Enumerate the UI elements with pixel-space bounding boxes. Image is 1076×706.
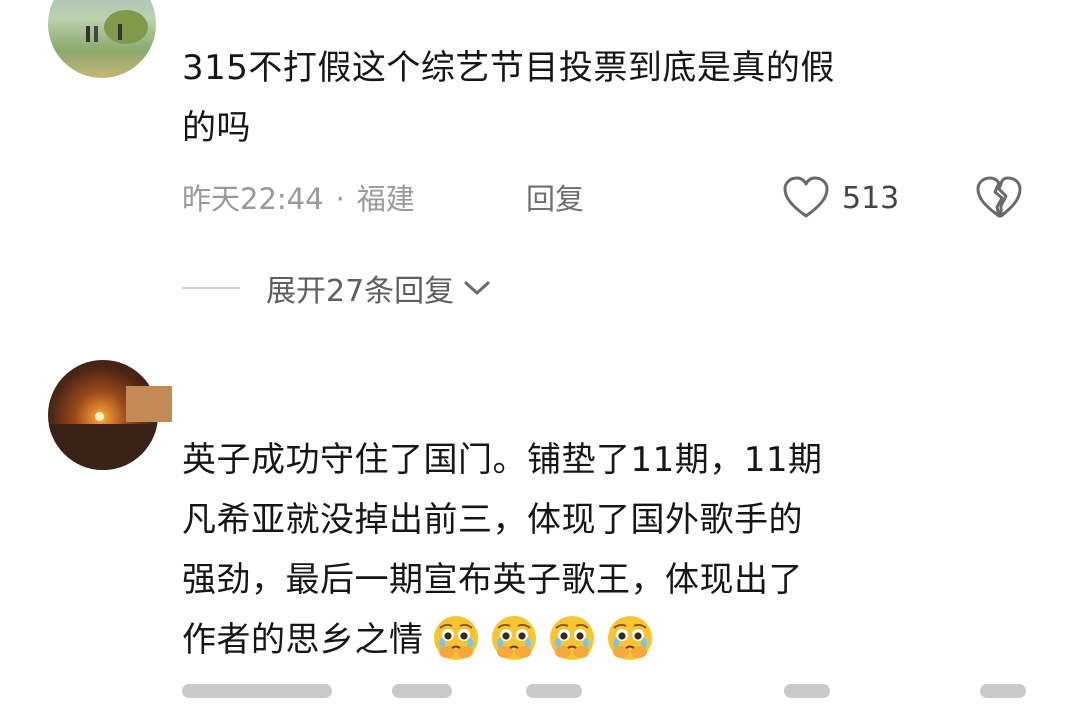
comment-location: 福建 — [356, 182, 415, 216]
comment-line: 315不打假这个综艺节目投票到底是真的假 — [182, 48, 835, 88]
dislike-button[interactable] — [974, 174, 1024, 222]
avatar-hills-shape — [48, 424, 158, 470]
comment-time: 昨天22:44 — [182, 182, 324, 216]
clipped-meta-fragment — [784, 684, 830, 698]
crying-emoji-icon — [433, 616, 478, 660]
expand-replies-label: 展开27条回复 — [266, 274, 455, 309]
expand-replies-button[interactable]: 展开27条回复 — [182, 266, 492, 310]
comment-meta: 昨天22:44 · 福建 — [182, 176, 415, 218]
comment-text: 315不打假这个综艺节目投票到底是真的假 的吗 — [182, 38, 835, 158]
crying-emoji-icon — [607, 616, 652, 660]
comment-line: 英子成功守住了国门。铺垫了11期，11期 — [182, 440, 823, 480]
meta-separator: · — [335, 182, 345, 216]
comment-line: 作者的思乡之情 — [182, 620, 424, 660]
expand-divider-line — [182, 287, 240, 289]
broken-heart-icon — [976, 176, 1022, 218]
heart-icon — [783, 176, 829, 218]
chevron-down-icon — [464, 281, 490, 295]
comment-line: 的吗 — [182, 108, 251, 148]
redacted-username — [126, 386, 172, 422]
comment-line: 强劲，最后一期宣布英子歌王，体现出了 — [182, 560, 803, 600]
clipped-meta-fragment — [980, 684, 1026, 698]
like-button[interactable]: 513 — [782, 174, 899, 222]
avatar[interactable] — [48, 0, 156, 78]
clipped-meta-fragment — [392, 684, 452, 698]
clipped-header-text: ·· ·· ··· ··· — [440, 0, 614, 15]
avatar-sun-shape — [95, 412, 104, 421]
clipped-comment-meta — [182, 676, 1042, 706]
crying-emoji-icon — [549, 616, 594, 660]
avatar-figures-shape — [86, 26, 90, 42]
crying-emoji-icon — [491, 616, 536, 660]
comment-line: 凡希亚就没掉出前三，体现了国外歌手的 — [182, 500, 803, 540]
avatar-tree-shape — [104, 10, 148, 44]
like-count: 513 — [842, 180, 900, 216]
clipped-meta-fragment — [526, 684, 582, 698]
comment-line-with-emoji: 作者的思乡之情 — [182, 610, 823, 670]
reply-button[interactable]: 回复 — [526, 176, 584, 218]
clipped-meta-fragment — [182, 684, 332, 698]
comment-text: 英子成功守住了国门。铺垫了11期，11期 凡希亚就没掉出前三，体现了国外歌手的 强劲… — [182, 430, 823, 670]
